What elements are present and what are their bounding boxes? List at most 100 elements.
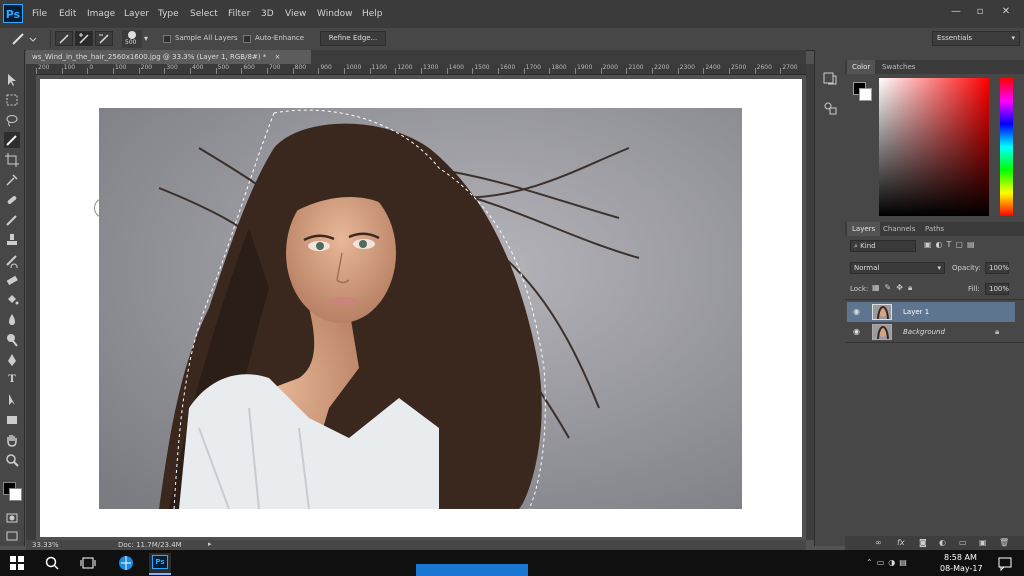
status-arrow-icon[interactable]: ▸ bbox=[208, 540, 212, 548]
ruler-tick-label: 2600 bbox=[756, 64, 772, 71]
blend-mode-select[interactable]: Normal ▾ bbox=[850, 262, 945, 274]
clock-time[interactable]: 8:58 AM bbox=[944, 553, 977, 562]
layer-filter-kind[interactable]: ⌕ Kind bbox=[850, 240, 916, 252]
quick-mask-icon[interactable] bbox=[4, 510, 20, 526]
menu-edit[interactable]: Edit bbox=[59, 9, 76, 19]
menu-help[interactable]: Help bbox=[362, 9, 383, 19]
quick-selection-tool-icon[interactable] bbox=[4, 132, 20, 148]
notifications-icon[interactable] bbox=[997, 555, 1013, 572]
photo-layer[interactable] bbox=[99, 108, 742, 509]
background-color-swatch[interactable] bbox=[9, 488, 22, 501]
rectangle-tool-icon[interactable] bbox=[4, 412, 20, 428]
dodge-tool-icon[interactable] bbox=[4, 332, 20, 348]
layer-name[interactable]: Background bbox=[903, 328, 945, 336]
layer-thumbnail bbox=[872, 304, 892, 320]
add-to-selection-button[interactable] bbox=[75, 31, 93, 46]
search-icon[interactable] bbox=[44, 555, 60, 571]
menu-type[interactable]: Type bbox=[158, 9, 179, 19]
properties-panel-icon[interactable] bbox=[822, 100, 838, 116]
brush-size-picker[interactable]: 500 bbox=[122, 30, 142, 48]
chevron-down-icon[interactable]: ▾ bbox=[144, 34, 148, 43]
vertical-scrollbar[interactable] bbox=[806, 64, 814, 540]
layer-filter-icons[interactable]: ▣◐T▢▤ bbox=[924, 240, 1016, 252]
crop-tool-icon[interactable] bbox=[4, 152, 20, 168]
auto-enhance-checkbox[interactable] bbox=[243, 35, 251, 43]
quick-selection-tool-preset[interactable] bbox=[10, 31, 38, 47]
document-tab[interactable]: ws_Wind_in_the_hair_2560x1600.jpg @ 33.3… bbox=[26, 50, 311, 64]
fx-icon[interactable]: fx bbox=[897, 538, 905, 547]
eyedropper-tool-icon[interactable] bbox=[4, 172, 20, 188]
separator bbox=[50, 30, 51, 48]
menu-3d[interactable]: 3D bbox=[261, 9, 274, 19]
menu-view[interactable]: View bbox=[285, 9, 306, 19]
marquee-tool-icon[interactable] bbox=[4, 92, 20, 108]
sample-all-layers-checkbox[interactable] bbox=[163, 35, 171, 43]
new-selection-button[interactable] bbox=[55, 31, 73, 46]
browser-icon[interactable] bbox=[118, 555, 134, 571]
refine-edge-button[interactable]: Refine Edge... bbox=[320, 31, 386, 46]
trash-icon[interactable]: 🗑︎ bbox=[999, 538, 1009, 547]
healing-brush-tool-icon[interactable] bbox=[4, 192, 20, 208]
layers-footer: ∞ fx ◙ ◐ ▭ ▣ 🗑︎ bbox=[845, 536, 1024, 550]
hue-slider[interactable] bbox=[1000, 78, 1013, 216]
lock-buttons[interactable]: ▦✎✥🔒︎ bbox=[872, 283, 934, 295]
link-icon[interactable]: ∞ bbox=[875, 538, 882, 547]
paint-bucket-tool-icon[interactable] bbox=[4, 292, 20, 308]
layer-name[interactable]: Layer 1 bbox=[903, 308, 929, 316]
ruler-tick-mark bbox=[575, 68, 576, 74]
visibility-eye-icon[interactable]: ◉ bbox=[853, 327, 860, 336]
tab-swatches[interactable]: Swatches bbox=[877, 60, 920, 74]
clock-date[interactable]: 08-May-17 bbox=[940, 564, 983, 573]
lasso-tool-icon[interactable] bbox=[4, 112, 20, 128]
opacity-field[interactable]: 100% bbox=[985, 262, 1009, 274]
menu-window[interactable]: Window bbox=[317, 9, 353, 19]
history-panel-icon[interactable] bbox=[822, 70, 838, 86]
minimize-button[interactable]: — bbox=[948, 6, 964, 18]
photoshop-taskbar-button[interactable]: Ps bbox=[149, 553, 171, 575]
background-color-chip[interactable] bbox=[859, 88, 872, 101]
fill-field[interactable]: 100% bbox=[985, 283, 1009, 295]
close-tab-icon[interactable]: × bbox=[274, 53, 280, 61]
tab-channels[interactable]: Channels bbox=[878, 222, 920, 236]
color-picker-field[interactable] bbox=[879, 78, 989, 216]
tab-color[interactable]: Color bbox=[847, 60, 876, 74]
type-tool-icon[interactable]: T bbox=[4, 372, 20, 388]
mask-icon[interactable]: ◙ bbox=[919, 538, 927, 547]
ruler-tick-label: 1400 bbox=[448, 64, 464, 71]
ruler-tick-label: 1000 bbox=[346, 64, 362, 71]
history-brush-tool-icon[interactable] bbox=[4, 252, 20, 271]
layer-row[interactable]: ◉ Layer 1 bbox=[847, 302, 1015, 322]
tab-layers[interactable]: Layers bbox=[847, 222, 881, 236]
menu-filter[interactable]: Filter bbox=[228, 9, 250, 19]
task-view-icon[interactable] bbox=[80, 555, 96, 571]
restore-button[interactable]: ▫ bbox=[972, 6, 988, 18]
menu-file[interactable]: File bbox=[32, 9, 47, 19]
hand-tool-icon[interactable] bbox=[4, 432, 20, 448]
pen-tool-icon[interactable] bbox=[4, 352, 20, 368]
group-icon[interactable]: ▭ bbox=[959, 538, 967, 547]
visibility-eye-icon[interactable]: ◉ bbox=[853, 307, 860, 316]
adjustment-icon[interactable]: ◐ bbox=[939, 538, 946, 547]
new-layer-icon[interactable]: ▣ bbox=[979, 538, 987, 547]
screen-mode-icon[interactable] bbox=[4, 528, 20, 544]
system-tray-icons[interactable]: ⌃▭◑▤ bbox=[866, 558, 926, 570]
subtract-from-selection-button[interactable] bbox=[95, 31, 113, 46]
blur-tool-icon[interactable] bbox=[4, 312, 20, 328]
move-tool-icon[interactable] bbox=[4, 72, 20, 88]
path-selection-tool-icon[interactable] bbox=[4, 392, 20, 408]
menu-image[interactable]: Image bbox=[87, 9, 115, 19]
windows-start-icon[interactable] bbox=[9, 555, 25, 571]
menu-layer[interactable]: Layer bbox=[124, 9, 149, 19]
close-window-button[interactable]: ✕ bbox=[998, 6, 1014, 18]
ruler-tick-label: 2100 bbox=[628, 64, 644, 71]
zoom-level[interactable]: 33.33% bbox=[32, 541, 59, 549]
zoom-tool-icon[interactable] bbox=[4, 452, 20, 468]
brush-tool-icon[interactable] bbox=[4, 212, 20, 228]
layer-row[interactable]: ◉ Background 🔒︎ bbox=[847, 322, 1015, 342]
clone-stamp-tool-icon[interactable] bbox=[4, 232, 20, 248]
menu-select[interactable]: Select bbox=[190, 9, 218, 19]
workspace-switcher[interactable]: Essentials ▾ bbox=[932, 31, 1020, 46]
lock-label: Lock: bbox=[850, 285, 869, 293]
eraser-tool-icon[interactable] bbox=[4, 272, 20, 288]
tab-paths[interactable]: Paths bbox=[920, 222, 949, 236]
